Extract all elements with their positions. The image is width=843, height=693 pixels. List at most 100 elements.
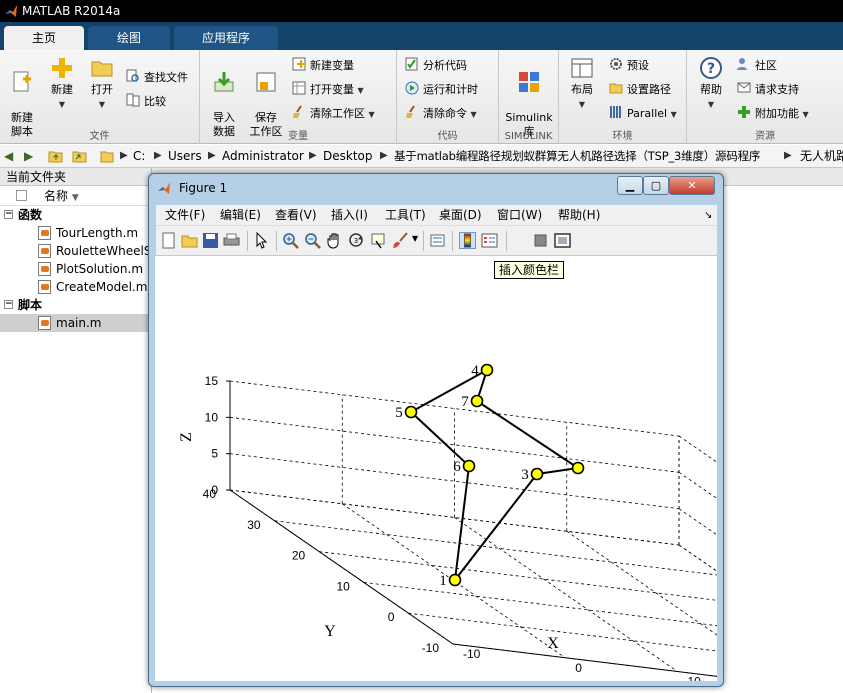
insert-legend-icon[interactable] (481, 232, 498, 249)
menu-edit[interactable]: 编辑(E) (220, 205, 261, 226)
collapse-icon[interactable]: − (4, 210, 13, 219)
data-cursor-icon[interactable] (370, 232, 387, 249)
hide-plot-tools-icon[interactable] (532, 232, 549, 249)
pointer-icon[interactable] (253, 232, 270, 249)
file-tourlength[interactable]: TourLength.m (0, 224, 151, 242)
plus-icon (52, 58, 72, 78)
tab-plots[interactable]: 绘图 (88, 26, 170, 50)
current-folder-pane: 当前文件夹 名称 ▼ − 函数 TourLength.m RouletteWhee… (0, 168, 152, 693)
brush-dropdown-icon[interactable]: ▼ (412, 234, 418, 243)
clear-commands-button[interactable]: 清除命令 ▼ (405, 104, 477, 124)
menu-window[interactable]: 窗口(W) (497, 205, 542, 226)
open-button[interactable]: 打开 ▼ (84, 56, 120, 112)
tab-apps[interactable]: 应用程序 (174, 26, 278, 50)
zoom-out-icon[interactable] (304, 232, 321, 249)
parallel-icon (610, 106, 621, 118)
print-icon[interactable] (223, 232, 240, 249)
find-files-icon (126, 69, 139, 82)
floor-grid-line (678, 544, 843, 659)
set-path-button[interactable]: 设置路径 (609, 80, 671, 100)
back-arrow-icon[interactable]: ◀ (4, 145, 13, 167)
analyze-code-button[interactable]: 分析代码 (405, 56, 467, 76)
node-marker[interactable] (462, 459, 476, 473)
clear-workspace-button[interactable]: 清除工作区 ▼ (292, 104, 375, 124)
breadcrumb-project-folder[interactable]: 基于matlab编程路径规划蚁群算无人机路径选择（TSP_3维度）源码程序 (394, 145, 760, 167)
collapse-icon[interactable]: − (4, 300, 13, 309)
y-tick-label: 40 (203, 487, 217, 501)
category-functions[interactable]: − 函数 (0, 206, 151, 224)
parallel-button[interactable]: Parallel ▼ (609, 104, 677, 124)
tab-home[interactable]: 主页 (4, 26, 84, 50)
breadcrumb-users[interactable]: Users (168, 145, 202, 167)
close-button[interactable]: ✕ (669, 176, 715, 195)
browse-folder-icon[interactable] (72, 149, 87, 163)
rotate-3d-icon[interactable]: 3 (348, 232, 365, 249)
ribbon: 新建 脚本 新建 ▼ 打开 ▼ 查找文件 比较 文件 导入 数据 保存 工作区 新建… (0, 50, 843, 144)
save-workspace-icon (256, 72, 276, 92)
menu-desktop[interactable]: 桌面(D) (439, 205, 482, 226)
save-icon[interactable] (202, 232, 219, 249)
floor-grid-line (566, 530, 790, 686)
node-marker[interactable] (448, 573, 462, 587)
menu-view[interactable]: 查看(V) (275, 205, 317, 226)
add-ons-button[interactable]: 附加功能 ▼ (737, 104, 809, 124)
request-support-button[interactable]: 请求支持 (737, 80, 799, 100)
file-main[interactable]: main.m (0, 314, 151, 332)
open-file-icon[interactable] (181, 232, 198, 249)
menu-help[interactable]: 帮助(H) (558, 205, 600, 226)
matlab-logo-icon (5, 5, 17, 17)
up-folder-icon[interactable] (48, 149, 63, 163)
simulink-icon (519, 72, 539, 92)
help-button[interactable]: ? 帮助 ▼ (695, 56, 727, 112)
name-column-header[interactable]: 名称 ▼ (0, 186, 151, 206)
link-plot-icon[interactable] (429, 232, 446, 249)
zoom-in-icon[interactable] (282, 232, 299, 249)
breadcrumb-administrator[interactable]: Administrator (222, 145, 304, 167)
axes-canvas[interactable]: 051015403020100-10-100102030XYZ134567 (155, 256, 843, 693)
dock-arrow-icon[interactable]: ↘ (704, 205, 712, 226)
x-axis-line (452, 643, 843, 693)
menu-file[interactable]: 文件(F) (165, 205, 205, 226)
maximize-button[interactable]: ▢ (643, 176, 669, 195)
tour-path-segment (454, 465, 470, 581)
show-plot-tools-icon[interactable] (554, 232, 571, 249)
analyze-code-icon (405, 57, 418, 71)
m-file-icon (38, 244, 51, 258)
simulink-library-button[interactable]: Simulink 库 (501, 56, 557, 139)
insert-colorbar-icon[interactable] (459, 232, 476, 249)
run-and-time-button[interactable]: 运行和计时 (405, 80, 478, 100)
node-marker[interactable] (470, 394, 484, 408)
plot-3d-axes[interactable]: 051015403020100-10-100102030XYZ134567 (155, 256, 843, 693)
new-script-icon (13, 71, 31, 92)
menu-insert[interactable]: 插入(I) (331, 205, 368, 226)
menu-tools[interactable]: 工具(T) (385, 205, 426, 226)
forward-arrow-icon[interactable]: ▶ (24, 145, 33, 167)
node-marker[interactable] (530, 467, 544, 481)
find-files-button[interactable]: 查找文件 (126, 68, 188, 88)
new-button[interactable]: 新建 ▼ (44, 56, 80, 112)
new-variable-button[interactable]: 新建变量 (292, 56, 354, 76)
preferences-button[interactable]: 预设 (609, 56, 649, 76)
compare-button[interactable]: 比较 (126, 92, 166, 112)
new-figure-icon[interactable] (160, 232, 177, 249)
node-marker[interactable] (480, 363, 494, 377)
x-tick-label: 0 (575, 661, 582, 675)
node-marker[interactable] (571, 461, 585, 475)
brush-icon[interactable] (392, 232, 409, 249)
breadcrumb-drive[interactable]: C: (133, 145, 145, 167)
category-scripts[interactable]: − 脚本 (0, 296, 151, 314)
community-button[interactable]: 社区 (737, 56, 777, 76)
y-tick-label: -10 (422, 641, 440, 655)
file-plotsolution[interactable]: PlotSolution.m (0, 260, 151, 278)
layout-button[interactable]: 布局 ▼ (565, 56, 599, 112)
breadcrumb-subfolder[interactable]: 无人机路 (800, 145, 843, 167)
pan-hand-icon[interactable] (326, 232, 343, 249)
open-variable-icon (292, 81, 306, 95)
open-variable-button[interactable]: 打开变量 ▼ (292, 80, 364, 100)
node-marker[interactable] (404, 405, 418, 419)
minimize-button[interactable]: ▁ (617, 176, 643, 195)
m-file-icon (38, 280, 51, 294)
breadcrumb-desktop[interactable]: Desktop (323, 145, 373, 167)
file-createmodel[interactable]: CreateModel.m (0, 278, 151, 296)
file-roulettewheel[interactable]: RouletteWheelS (0, 242, 151, 260)
